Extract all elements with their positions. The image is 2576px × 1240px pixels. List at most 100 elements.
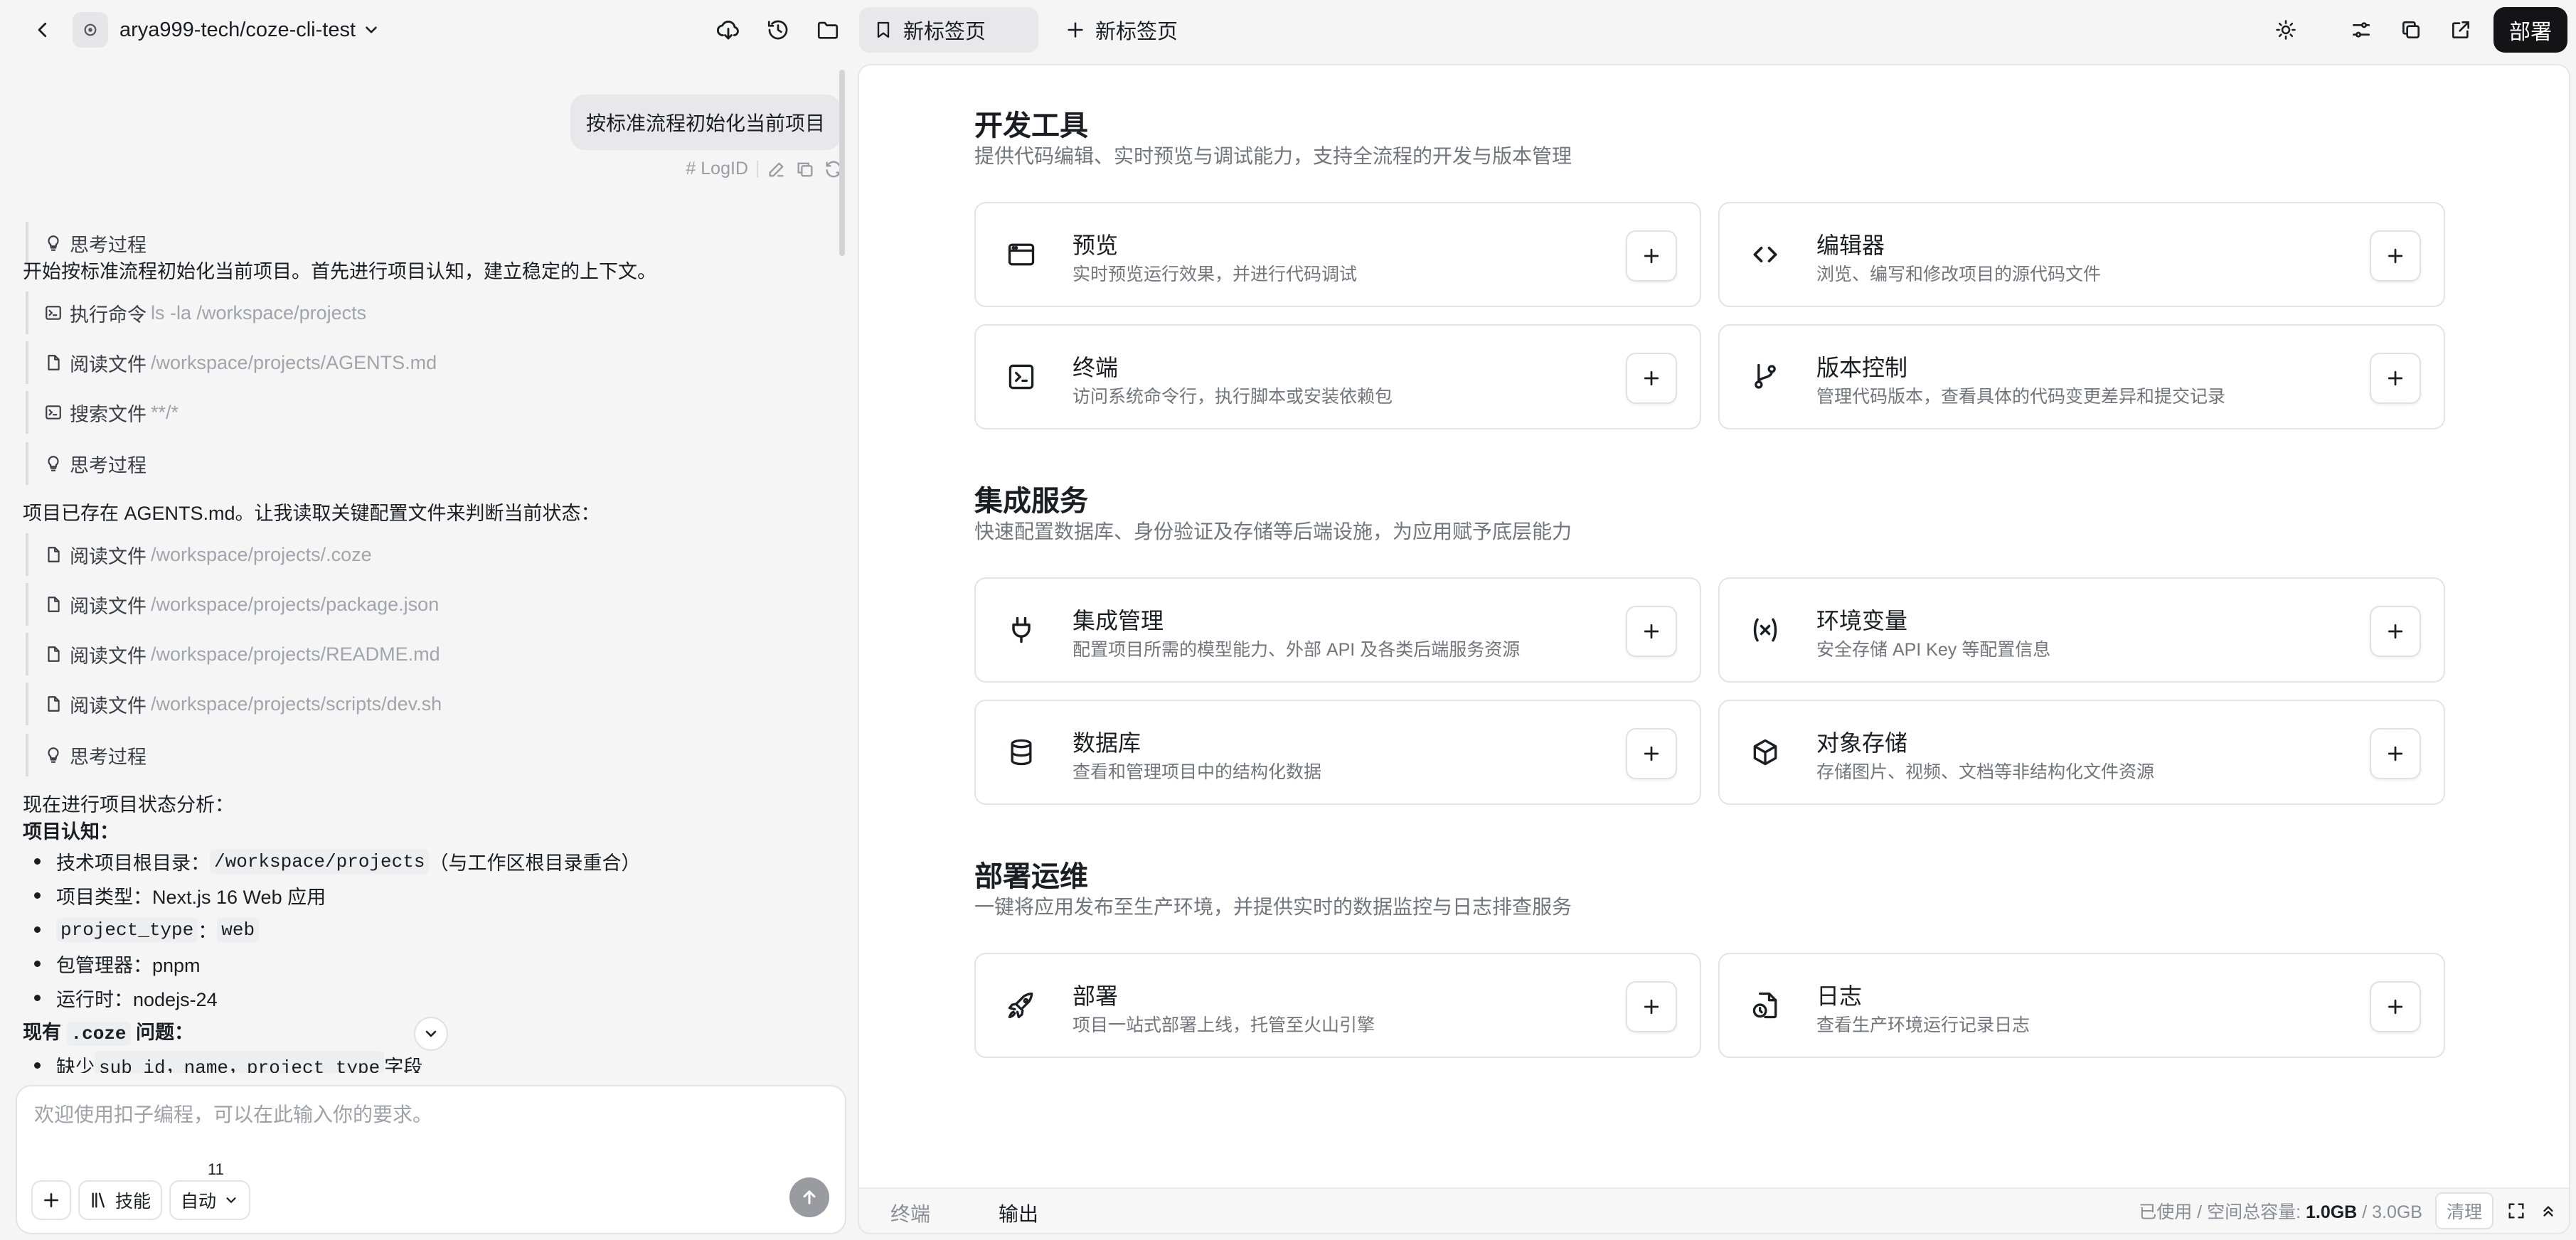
plus-icon [2388, 624, 2403, 639]
file-icon [48, 696, 60, 712]
attach-button[interactable] [31, 1180, 71, 1220]
repo-logo-icon [84, 23, 97, 36]
lightbulb-icon [48, 235, 59, 251]
tool-card-logs[interactable]: 日志 查看生产环境运行记录日志 [1718, 953, 2445, 1058]
card-title: 部署 [1073, 983, 1119, 1009]
tool-card-deploy[interactable]: 部署 项目一站式部署上线，托管至火山引擎 [974, 953, 1701, 1058]
mode-select[interactable]: 自动 [169, 1180, 251, 1220]
tool-step[interactable]: 阅读文件 /workspace/projects/README.md [26, 633, 440, 675]
list-item: 包管理器：pnpm [34, 950, 201, 978]
tool-step[interactable]: 阅读文件 /workspace/projects/AGENTS.md [26, 341, 437, 384]
tool-step[interactable]: 执行命令 ls -la /workspace/projects [26, 292, 366, 334]
user-message: 按标准流程初始化当前项目 [570, 95, 841, 150]
step-action: 阅读文件 [70, 595, 147, 617]
add-integration-button[interactable] [1626, 606, 1677, 657]
step-arg: ls -la /workspace/projects [151, 301, 367, 324]
plus-icon [44, 1193, 58, 1207]
root-note: （与工作区根目录重合） [429, 852, 641, 874]
card-desc: 安全存储 API Key 等配置信息 [1816, 640, 2051, 660]
tool-card-version-control[interactable]: 版本控制 管理代码版本，查看具体的代码变更差异和提交记录 [1718, 324, 2445, 429]
add-object-storage-button[interactable] [2370, 728, 2421, 779]
tool-card-database[interactable]: 数据库 查看和管理项目中的结构化数据 [974, 700, 1701, 805]
rocket-icon [1008, 992, 1033, 1019]
tab-label: 新标签页 [903, 21, 986, 43]
tab-output[interactable]: 输出 [999, 1199, 1038, 1227]
file-icon [48, 646, 60, 662]
skills-button[interactable]: 技能 11 [78, 1160, 224, 1220]
section-subtitle: 提供代码编辑、实时预览与调试能力，支持全流程的开发与版本管理 [974, 145, 1572, 167]
files-button[interactable] [805, 7, 851, 53]
section-title: 开发工具 [974, 110, 1088, 141]
add-editor-button[interactable] [2370, 230, 2421, 282]
chat-transcript[interactable]: 按标准流程初始化当前项目 # LogID 思考过程 开始按标准流程初始化当前项目… [0, 60, 851, 1073]
plus-icon [1644, 624, 1659, 639]
step-arg: **/* [151, 401, 179, 423]
chevron-left-icon [38, 22, 47, 38]
back-button[interactable] [20, 7, 65, 53]
add-env-var-button[interactable] [2370, 606, 2421, 657]
add-deploy-button[interactable] [1626, 981, 1677, 1032]
open-external-button[interactable] [2438, 7, 2484, 53]
tool-card-preview[interactable]: 预览 实时预览运行效果，并进行代码调试 [974, 202, 1701, 307]
copy-button[interactable] [2388, 7, 2434, 53]
thinking-step[interactable]: 思考过程 [26, 442, 147, 485]
issue-prefix: 现有 [23, 1022, 61, 1043]
add-terminal-button[interactable] [1626, 353, 1677, 404]
send-button[interactable] [789, 1177, 829, 1217]
chevrons-up-icon[interactable] [2539, 1202, 2558, 1220]
terminal-icon [1008, 364, 1034, 390]
tab-terminal[interactable]: 终端 [890, 1199, 930, 1227]
tab-new-active[interactable]: 新标签页 [859, 7, 1038, 53]
add-version-control-button[interactable] [2370, 353, 2421, 404]
card-desc: 存储图片、视频、文档等非结构化文件资源 [1816, 762, 2155, 782]
tool-step[interactable]: 搜索文件 **/* [26, 391, 179, 434]
tool-card-integrations[interactable]: 集成管理 配置项目所需的模型能力、外部 API 及各类后端服务资源 [974, 577, 1701, 683]
cloud-download-icon [716, 21, 739, 40]
bookmark-icon [877, 21, 890, 38]
add-logs-button[interactable] [2370, 981, 2421, 1032]
tool-card-env-vars[interactable]: 环境变量 安全存储 API Key 等配置信息 [1718, 577, 2445, 683]
plus-icon [2388, 248, 2403, 264]
tool-step[interactable]: 阅读文件 /workspace/projects/package.json [26, 583, 439, 626]
repo-dropdown-button[interactable] [356, 7, 387, 53]
settings-button[interactable] [2338, 7, 2384, 53]
project-type-value: web [217, 917, 260, 942]
chat-panel: 按标准流程初始化当前项目 # LogID 思考过程 开始按标准流程初始化当前项目… [0, 60, 851, 1240]
tool-card-terminal[interactable]: 终端 访问系统命令行，执行脚本或安装依赖包 [974, 324, 1701, 429]
sync-button[interactable] [706, 7, 751, 53]
card-title: 预览 [1073, 232, 1119, 258]
tool-step[interactable]: 阅读文件 /workspace/projects/.coze [26, 533, 372, 576]
arrow-up-icon [803, 1190, 816, 1204]
add-database-button[interactable] [1626, 728, 1677, 779]
log-file-icon [1752, 992, 1777, 1019]
tool-card-editor[interactable]: 编辑器 浏览、编写和修改项目的源代码文件 [1718, 202, 2445, 307]
history-button[interactable] [755, 7, 801, 53]
deploy-button[interactable]: 部署 [2493, 7, 2567, 53]
chat-scrollbar[interactable] [839, 70, 845, 256]
card-title: 日志 [1816, 983, 1863, 1009]
repo-name[interactable]: arya999-tech/coze-cli-test [119, 18, 356, 42]
storage-used: 1.0GB [2305, 1202, 2358, 1222]
copy-icon[interactable] [795, 159, 815, 179]
new-tab-button[interactable]: 新标签页 [1051, 7, 1192, 53]
clean-button[interactable]: 清理 [2434, 1192, 2493, 1229]
log-id-button[interactable]: # LogID [686, 159, 748, 179]
sliders-icon [2353, 22, 2370, 38]
tool-card-object-storage[interactable]: 对象存储 存储图片、视频、文档等非结构化文件资源 [1718, 700, 2445, 805]
theme-toggle-button[interactable] [2263, 7, 2309, 53]
box-icon [1753, 739, 1777, 766]
thinking-step[interactable]: 思考过程 [26, 734, 147, 776]
plus-icon [1644, 746, 1659, 761]
add-preview-button[interactable] [1626, 230, 1677, 282]
list-item: 技术项目根目录： /workspace/projects （与工作区根目录重合） [34, 848, 640, 875]
prompt-input[interactable]: 欢迎使用扣子编程，可以在此输入你的要求。 [34, 1099, 432, 1128]
scroll-to-bottom-button[interactable] [414, 1017, 448, 1051]
skills-label: 技能 [115, 1192, 151, 1212]
message-actions: # LogID [686, 159, 843, 179]
tool-step[interactable]: 阅读文件 /workspace/projects/scripts/dev.sh [26, 683, 442, 725]
edit-icon[interactable] [767, 159, 787, 179]
sun-icon [2276, 20, 2296, 40]
fullscreen-icon[interactable] [2506, 1201, 2526, 1221]
card-title: 集成管理 [1073, 608, 1164, 634]
step-arg: /workspace/projects/.coze [151, 543, 372, 565]
